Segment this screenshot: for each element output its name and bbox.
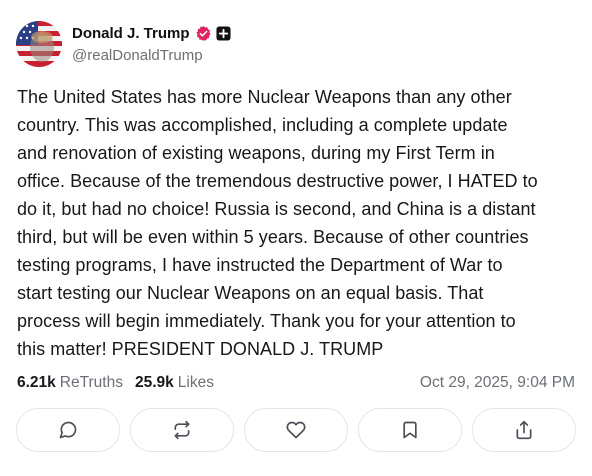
verified-badge-icon xyxy=(195,25,212,42)
author-handle[interactable]: @realDonaldTrump xyxy=(72,46,231,66)
author-display-name[interactable]: Donald J. Trump xyxy=(72,25,190,42)
author-avatar[interactable] xyxy=(16,21,62,67)
bookmark-button[interactable] xyxy=(358,408,462,452)
post-header: Donald J. Trump @realDonaldTrump xyxy=(16,20,231,68)
post-body: The United States has more Nuclear Weapo… xyxy=(17,83,577,363)
retruths-stat[interactable]: 6.21k ReTruths xyxy=(17,374,123,392)
retruths-label: ReTruths xyxy=(59,374,123,391)
action-bar xyxy=(16,408,576,452)
post-line: process will begin immediately. Thank yo… xyxy=(17,311,516,331)
likes-count: 25.9k xyxy=(134,374,174,391)
author-names: Donald J. Trump @realDonaldTrump xyxy=(72,23,231,66)
share-upload-icon xyxy=(514,420,534,440)
bookmark-icon xyxy=(400,420,420,440)
post-line: this matter! PRESIDENT DONALD J. TRUMP xyxy=(17,339,384,359)
post-line: and renovation of existing weapons, duri… xyxy=(17,143,495,163)
post-line: testing programs, I have instructed the … xyxy=(17,255,503,275)
like-button[interactable] xyxy=(244,408,348,452)
post-line: do it, but had no choice! Russia is seco… xyxy=(17,199,536,219)
post-line: The United States has more Nuclear Weapo… xyxy=(17,87,512,107)
share-button[interactable] xyxy=(472,408,576,452)
post-line: office. Because of the tremendous destru… xyxy=(17,171,538,191)
post-stats: 6.21k ReTruths 25.9k Likes Oct 29, 2025,… xyxy=(17,372,575,394)
plus-badge-icon xyxy=(215,26,231,41)
post-timestamp[interactable]: Oct 29, 2025, 9:04 PM xyxy=(420,374,575,392)
speech-bubble-icon xyxy=(58,420,78,440)
reply-button[interactable] xyxy=(16,408,120,452)
post-line: third, but will be even within 5 years. … xyxy=(17,227,529,247)
retruth-button[interactable] xyxy=(130,408,234,452)
post-line: start testing our Nuclear Weapons on an … xyxy=(17,283,484,303)
retruths-count: 6.21k xyxy=(17,374,56,391)
heart-icon xyxy=(286,420,306,440)
likes-stat[interactable]: 25.9k Likes xyxy=(135,374,214,392)
repost-arrows-icon xyxy=(172,420,192,440)
post-line: country. This was accomplished, includin… xyxy=(17,115,508,135)
likes-label: Likes xyxy=(177,374,214,391)
